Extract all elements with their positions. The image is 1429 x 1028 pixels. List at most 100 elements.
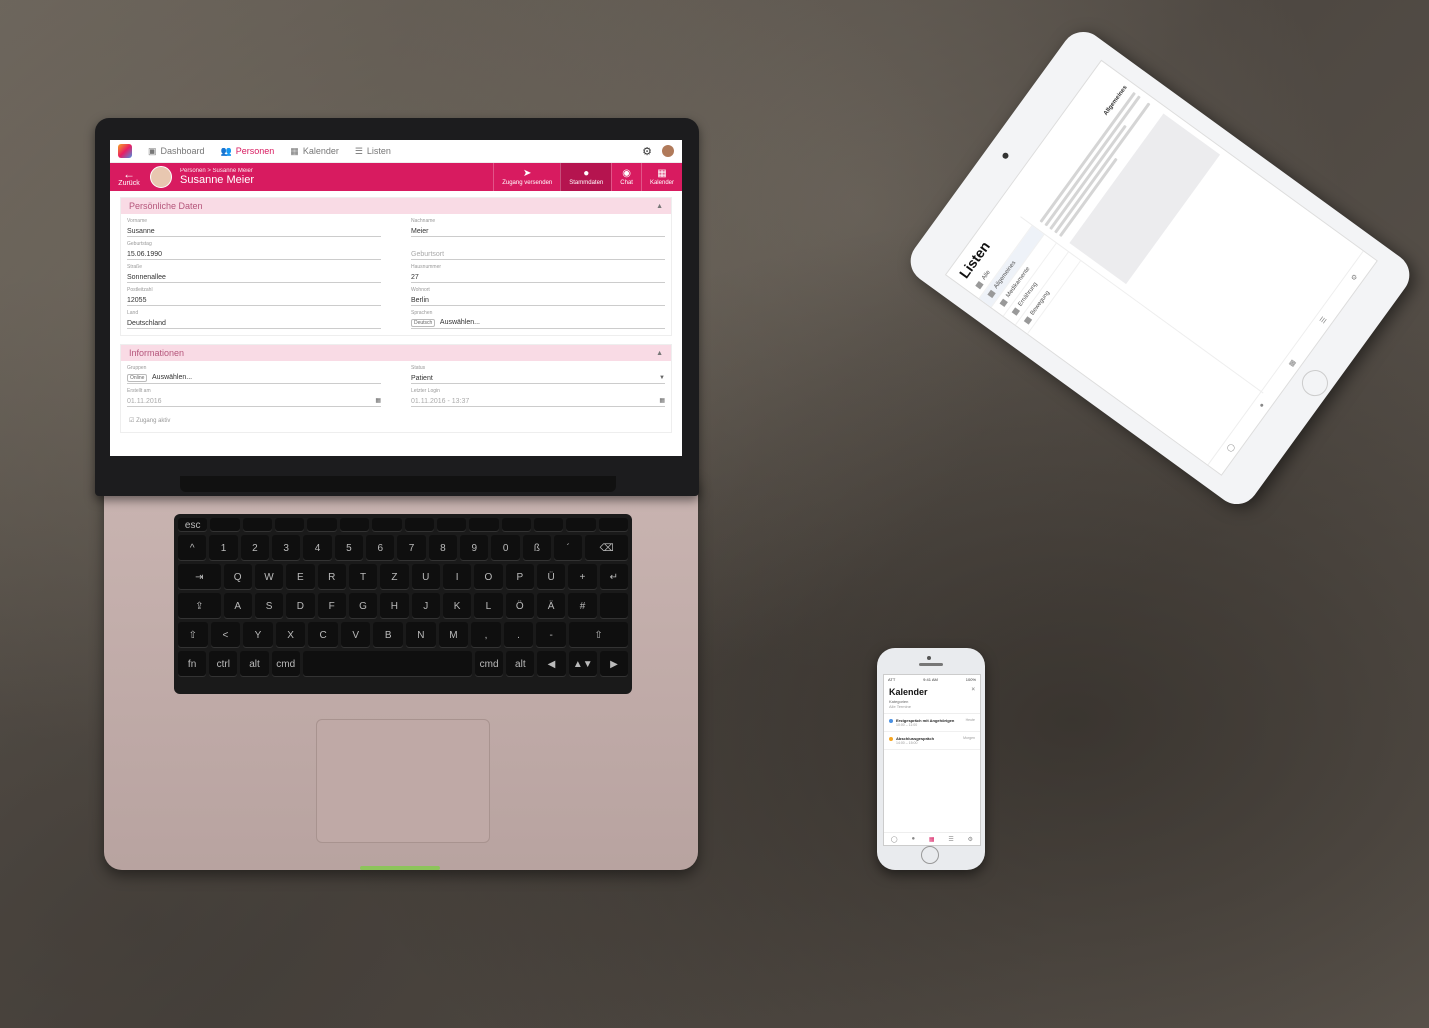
nav-kalender[interactable]: ▦ Kalender xyxy=(290,146,339,157)
list-icon[interactable]: ☰ xyxy=(1318,315,1328,325)
list-item-label: Alle xyxy=(981,269,992,282)
last-login-field[interactable]: Letzter Login 01.11.2016 - 13:37 ▦ xyxy=(411,388,665,407)
groups-select[interactable]: Auswählen... xyxy=(152,374,192,381)
calendar-event[interactable]: Abschlussgespräch 14:00 – 15:00 Morgen xyxy=(884,732,980,750)
status-bar: ATT 9:41 AM 100% xyxy=(884,675,980,684)
calendar-icon[interactable]: ▦ xyxy=(1287,358,1298,368)
tablet-tabbar: ◯ ● ▦ ☰ ⚙ xyxy=(1207,250,1377,475)
person-icon[interactable]: ● xyxy=(911,836,915,842)
groups-field[interactable]: Gruppen Online Auswählen... xyxy=(127,365,381,384)
dashboard-icon: ▣ xyxy=(148,145,157,156)
checkbox-icon: ☑ xyxy=(129,418,135,424)
last-name-field[interactable]: Nachname Meier xyxy=(411,218,665,237)
gear-icon[interactable]: ⚙ xyxy=(642,145,652,158)
access-checkbox[interactable]: ☑ Zugang aktiv xyxy=(121,413,671,432)
chat-label: Chat xyxy=(620,179,633,186)
country-field[interactable]: Land Deutschland xyxy=(127,310,381,329)
chat-icon[interactable]: ◯ xyxy=(1225,442,1236,453)
arrow-left-icon: ← xyxy=(123,166,135,181)
text-area[interactable] xyxy=(1069,113,1221,285)
first-name-field[interactable]: Vorname Susanne xyxy=(127,218,381,237)
field-value: Online Auswählen... xyxy=(127,374,192,382)
calendar-event[interactable]: Erstgespräch mit Angehörigen 10:00 – 11:… xyxy=(884,714,980,732)
nav-personen[interactable]: 👥 Personen xyxy=(221,146,275,157)
birthday-field[interactable]: Geburtstag 15.06.1990 xyxy=(127,241,381,260)
house-number-field[interactable]: Hausnummer 27 xyxy=(411,264,665,283)
field-value: Berlin xyxy=(411,297,429,304)
master-data-button[interactable]: ● Stammdaten xyxy=(560,163,612,191)
city-field[interactable]: Wohnort Berlin xyxy=(411,287,665,306)
field-value: 01.11.2016 xyxy=(127,398,162,405)
zip-field[interactable]: Postleitzahl 12055 xyxy=(127,287,381,306)
list-icon[interactable]: ☰ xyxy=(948,836,953,843)
person-avatar xyxy=(150,166,172,188)
field-label: Status xyxy=(411,365,426,371)
calendar-button[interactable]: ▦ Kalender xyxy=(640,163,682,191)
master-data-label: Stammdaten xyxy=(569,179,604,186)
home-button[interactable] xyxy=(921,846,939,864)
close-icon[interactable]: × xyxy=(971,687,975,697)
nav-dashboard[interactable]: ▣ Dashboard xyxy=(148,146,205,157)
chat-icon: ◉ xyxy=(622,167,631,179)
chat-button[interactable]: ◉ Chat xyxy=(611,163,641,191)
category-filter[interactable]: Alle Termine xyxy=(884,704,980,714)
field-label: Vorname xyxy=(127,218,148,224)
language-chip[interactable]: Deutsch xyxy=(411,319,436,327)
calendar-label: Kalender xyxy=(649,179,674,186)
laptop-indicator xyxy=(360,866,440,870)
group-chip[interactable]: Online xyxy=(127,374,148,382)
person-icon[interactable]: ● xyxy=(1258,401,1266,409)
keyboard: esc ^ 1 2 3 4 5 6 7 8 9 0 ß ´ ⌫ ⇥ Q W E R T Z U I O P Ü + ↵ ⇪ A S D F G… xyxy=(174,514,632,694)
calendar-icon[interactable]: ▦ xyxy=(929,836,935,843)
chevron-up-icon[interactable]: ▲ xyxy=(656,203,663,210)
key xyxy=(566,518,596,532)
languages-field[interactable]: Sprachen Deutsch Auswählen... xyxy=(411,310,665,329)
laptop-hinge xyxy=(180,476,616,492)
information-header[interactable]: Informationen ▲ xyxy=(121,345,671,361)
gear-icon[interactable]: ⚙ xyxy=(968,836,973,843)
app-content: Persönliche Daten ▲ Vorname Susanne Nach… xyxy=(110,191,682,447)
event-dot xyxy=(889,737,893,741)
field-value: Sonnenallee xyxy=(127,274,166,281)
created-field[interactable]: Erstellt am 01.11.2016 ▦ xyxy=(127,388,381,407)
tablet-device: Listen Alle Allgemeines Medikamente Ernä… xyxy=(901,23,1419,513)
field-label: Nachname xyxy=(411,218,436,224)
nav-listen[interactable]: ☰ Listen xyxy=(355,146,391,157)
key xyxy=(210,518,240,532)
personal-data-header[interactable]: Persönliche Daten ▲ xyxy=(121,198,671,214)
clock: 9:41 AM xyxy=(923,677,938,682)
send-access-button[interactable]: ➤ Zugang versenden xyxy=(493,163,560,191)
key xyxy=(339,518,370,532)
user-avatar[interactable] xyxy=(662,145,674,157)
field-label: Land xyxy=(127,310,139,316)
speaker-icon xyxy=(919,663,943,666)
field-label: Hausnummer xyxy=(411,264,442,270)
field-value: Deutschland xyxy=(127,320,166,327)
chevron-up-icon[interactable]: ▲ xyxy=(656,350,663,357)
folder-icon xyxy=(1011,307,1021,316)
birthplace-field[interactable]: Geburtsort xyxy=(411,241,665,260)
header-actions: ➤ Zugang versenden ● Stammdaten ◉ Chat ▦… xyxy=(493,163,682,191)
tablet-screen: Listen Alle Allgemeines Medikamente Ernä… xyxy=(944,59,1378,476)
street-field[interactable]: Straße Sonnenallee xyxy=(127,264,381,283)
back-button[interactable]: ← Zurück xyxy=(116,168,142,187)
field-label: Postleitzahl xyxy=(127,287,153,293)
gear-icon[interactable]: ⚙ xyxy=(1349,273,1359,282)
chat-icon[interactable]: ◯ xyxy=(891,836,898,843)
folder-icon xyxy=(999,298,1008,307)
field-value: 01.11.2016 - 13:37 xyxy=(411,398,470,405)
field-label: Sprachen xyxy=(411,310,433,316)
breadcrumb: Personen > Susanne Meier xyxy=(180,168,253,174)
home-button[interactable] xyxy=(1296,364,1334,402)
personal-data-card: Persönliche Daten ▲ Vorname Susanne Nach… xyxy=(120,197,672,336)
trackpad[interactable] xyxy=(316,719,490,843)
field-label: Geburtstag xyxy=(127,241,152,247)
app-logo-icon[interactable] xyxy=(118,144,132,158)
key: esc xyxy=(178,518,208,532)
field-value: 12055 xyxy=(127,297,147,304)
languages-select[interactable]: Auswählen... xyxy=(440,319,480,326)
page-title: Susanne Meier xyxy=(180,174,254,186)
key xyxy=(501,518,531,532)
status-field[interactable]: Status Patient ▼ xyxy=(411,365,665,384)
back-label: Zurück xyxy=(118,179,140,187)
